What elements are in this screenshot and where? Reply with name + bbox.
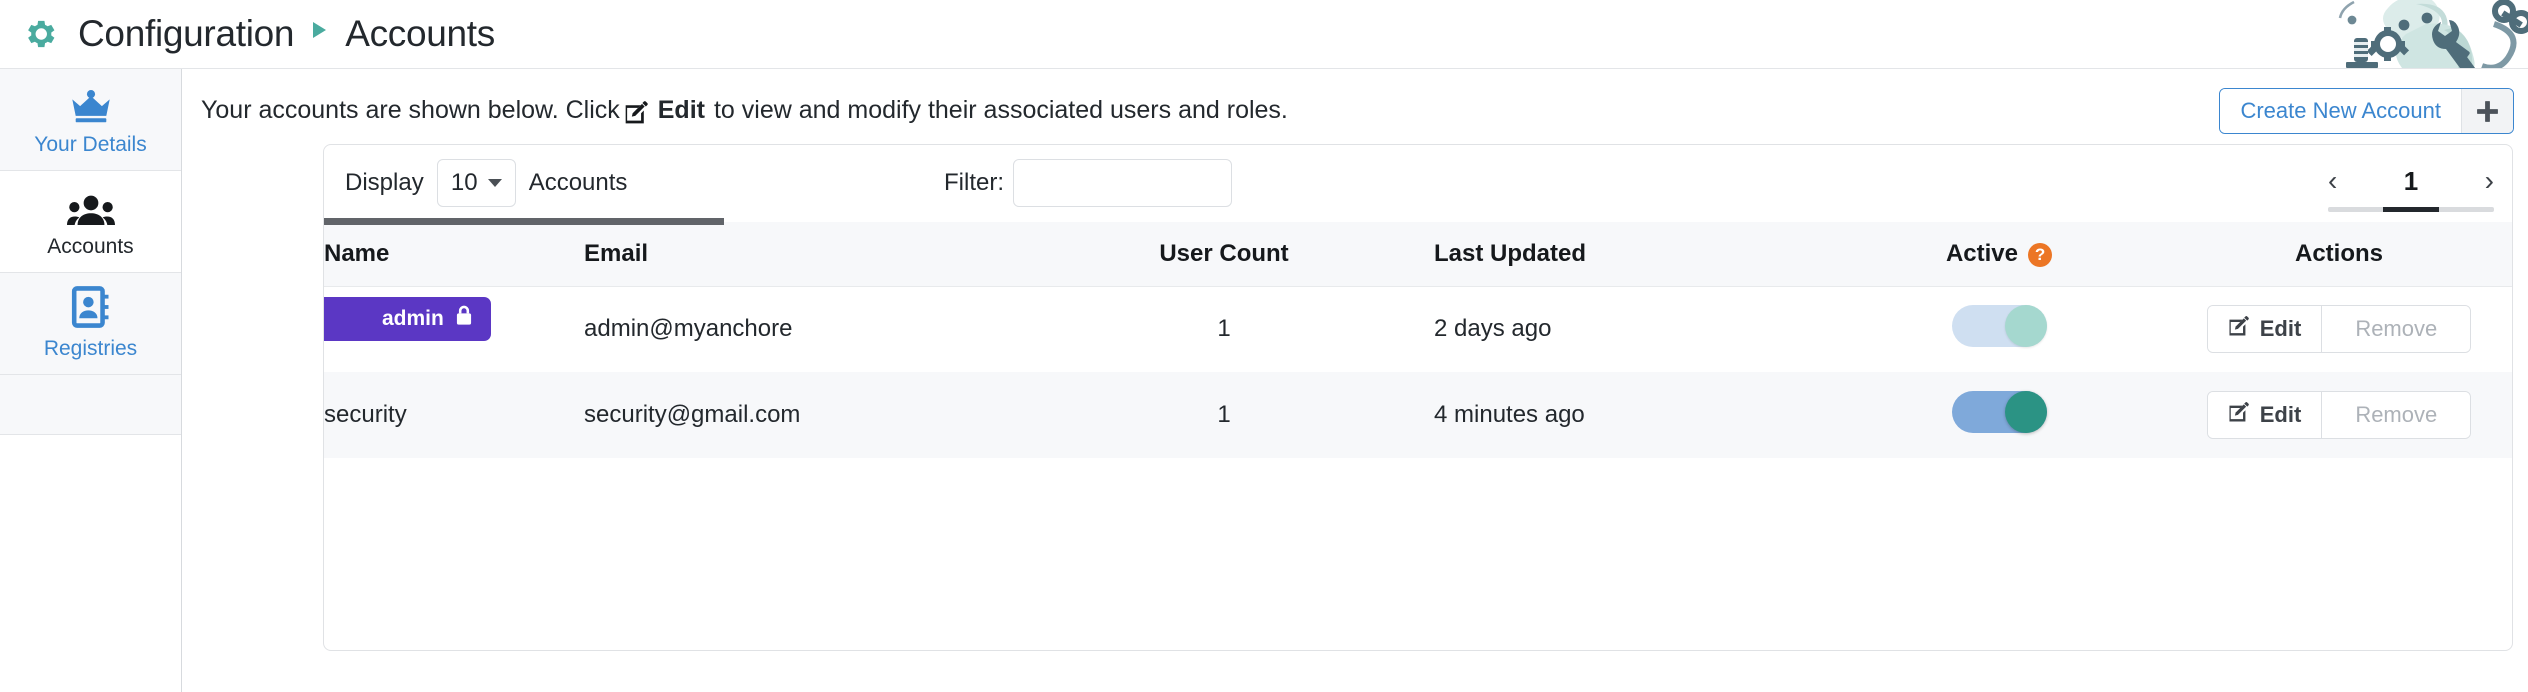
triangle-right-icon [311,20,328,40]
gear-icon [18,12,62,56]
sidebar-filler [0,375,181,435]
table-header-row: Name Email User Count Last Updated Activ… [324,222,2513,286]
sidebar: Your Details Accounts [0,69,182,692]
sidebar-item-label: Registries [44,337,137,361]
description-edit-word: Edit [658,96,705,125]
table-body: admin admin@myanchore [324,286,2513,458]
cell-email: admin@myanchore [584,286,1014,372]
row-action-group: Edit Remove [2207,305,2472,353]
lock-icon [455,305,473,332]
admin-badge-label: admin [382,307,444,331]
cell-actions: Edit Remove [2164,372,2513,458]
column-header-last-updated[interactable]: Last Updated [1434,222,1834,286]
help-circle-icon[interactable]: ? [2028,243,2052,267]
robot-tools-illustration [2276,0,2528,68]
column-header-user-count[interactable]: User Count [1014,222,1434,286]
cell-last-updated: 2 days ago [1434,286,1834,372]
main-content: Your accounts are shown below. Click Edi… [182,69,2528,692]
cell-active [1834,286,2164,372]
breadcrumb-current: Accounts [345,13,495,55]
pagination: ‹ 1 › [2328,161,2494,212]
main-toolbar: Your accounts are shown below. Click Edi… [182,69,2528,152]
remove-button[interactable]: Remove [2322,392,2470,438]
cell-last-updated: 4 minutes ago [1434,372,1834,458]
edit-pencil-square-icon [2228,315,2250,343]
create-new-account-label: Create New Account [2220,89,2461,133]
cell-active [1834,372,2164,458]
sidebar-item-accounts[interactable]: Accounts [0,171,181,273]
cell-name: admin [324,286,584,372]
column-header-actions: Actions [2164,222,2513,286]
cell-user-count: 1 [1014,286,1434,372]
accounts-table: Name Email User Count Last Updated Activ… [324,222,2513,458]
sidebar-item-label: Your Details [34,133,146,157]
page-root: Configuration Accounts [0,0,2528,692]
filter-control: Filter: [944,159,1232,207]
page-size-select[interactable]: 10 [437,159,516,207]
create-new-account-button[interactable]: Create New Account [2219,88,2514,134]
edit-button[interactable]: Edit [2208,392,2323,438]
pagination-next-button[interactable]: › [2485,167,2494,195]
filter-input[interactable] [1013,159,1232,207]
table-controls: Display 10 Accounts Filter: ‹ 1 › [324,145,2512,222]
description-before: Your accounts are shown below. Click [201,96,620,125]
crown-icon [70,82,112,124]
filter-label: Filter: [944,169,1004,197]
column-header-name[interactable]: Name [324,222,584,286]
column-header-active-label: Active [1946,240,2018,268]
column-header-email[interactable]: Email [584,222,1014,286]
pagination-prev-button[interactable]: ‹ [2328,167,2337,195]
page-header: Configuration Accounts [0,0,2528,69]
admin-badge-tail [323,341,324,367]
users-group-icon [67,184,115,226]
edit-button-label: Edit [2260,402,2302,428]
breadcrumb: Configuration Accounts [78,13,495,55]
cell-name: security [324,372,584,458]
chevron-down-icon [488,179,502,187]
edit-pencil-square-icon [624,100,649,125]
sidebar-item-registries[interactable]: Registries [0,273,181,375]
table-header: Name Email User Count Last Updated Activ… [324,222,2513,286]
sidebar-item-your-details[interactable]: Your Details [0,69,181,171]
display-label: Display [345,169,424,197]
table-row: admin admin@myanchore [324,286,2513,372]
page-size-value: 10 [451,169,478,197]
table-sort-indicator-bar [324,218,724,225]
cell-email: security@gmail.com [584,372,1014,458]
admin-badge: admin [323,297,491,341]
page-description: Your accounts are shown below. Click Edi… [201,96,1288,125]
pagination-current-page[interactable]: 1 [2404,166,2418,197]
sidebar-item-label: Accounts [47,235,133,259]
accounts-table-card: Display 10 Accounts Filter: ‹ 1 › [323,144,2513,651]
edit-pencil-square-icon [2228,401,2250,429]
display-suffix-label: Accounts [529,169,628,197]
remove-button[interactable]: Remove [2322,306,2470,352]
edit-button[interactable]: Edit [2208,306,2323,352]
address-book-icon [71,286,111,328]
pagination-indicator [2328,207,2494,212]
cell-user-count: 1 [1014,372,1434,458]
plus-icon [2461,89,2513,133]
active-toggle[interactable] [1952,305,2047,347]
description-after: to view and modify their associated user… [714,96,1288,125]
edit-button-label: Edit [2260,316,2302,342]
breadcrumb-parent[interactable]: Configuration [78,13,294,55]
row-action-group: Edit Remove [2207,391,2472,439]
column-header-active[interactable]: Active ? [1834,222,2164,286]
active-toggle[interactable] [1952,391,2047,433]
display-control: Display 10 Accounts [345,159,627,207]
table-row: security security@gmail.com 1 4 minutes … [324,372,2513,458]
cell-actions: Edit Remove [2164,286,2513,372]
